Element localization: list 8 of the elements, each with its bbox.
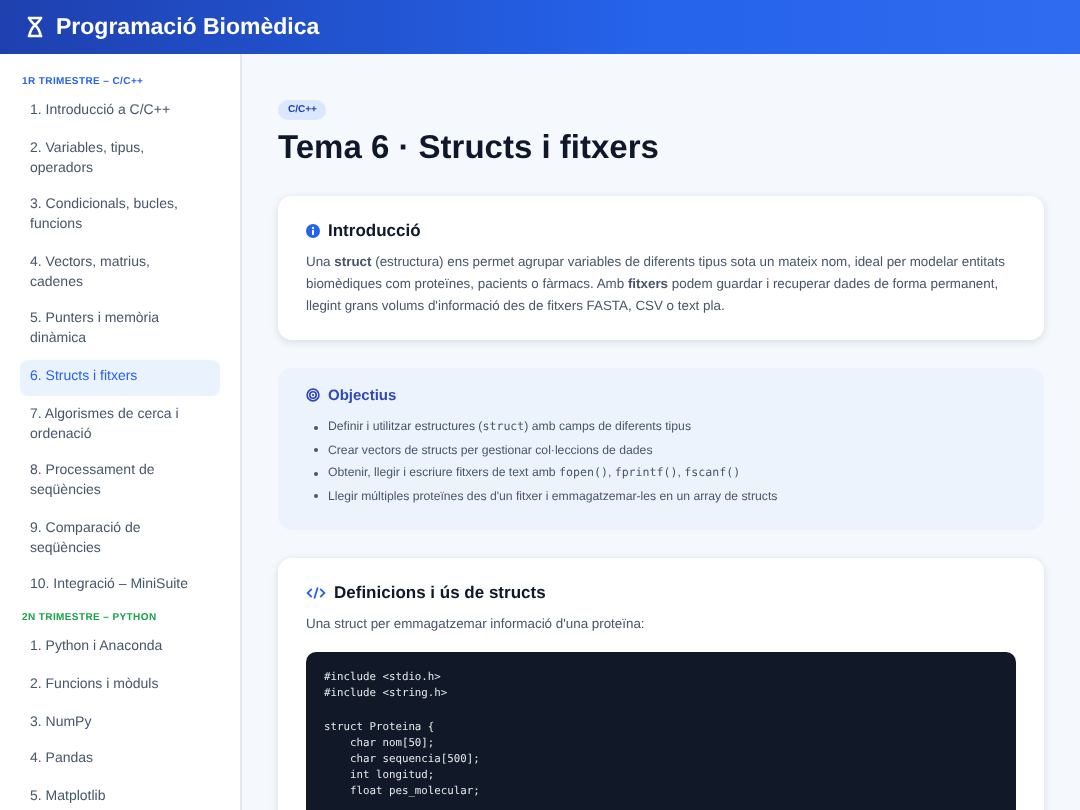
- app-title: Programació Biomèdica: [56, 15, 320, 39]
- section-title: Definicions i ús de structs: [334, 582, 546, 602]
- page-title: Tema 6 · Structs i fitxers: [278, 130, 661, 168]
- section-title: Introducció: [328, 220, 421, 240]
- target-icon: [306, 388, 320, 402]
- hourglass-icon: [26, 16, 44, 38]
- code-icon: [306, 585, 326, 599]
- info-icon: [306, 223, 320, 237]
